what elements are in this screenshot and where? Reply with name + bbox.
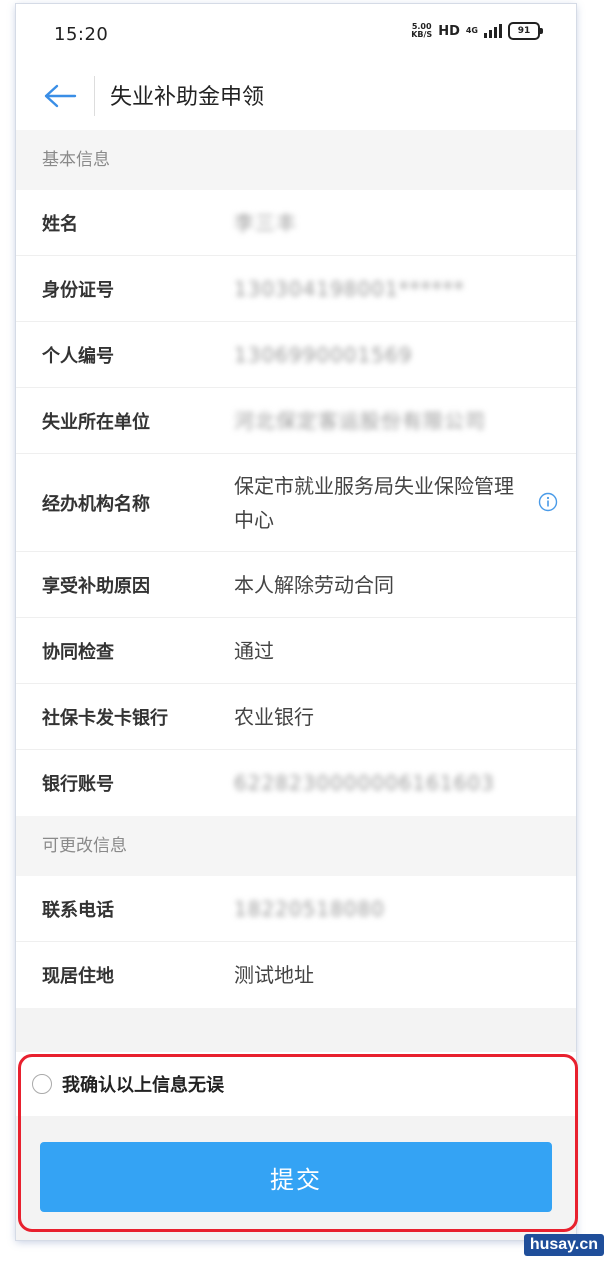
row-agency: 经办机构名称 保定市就业服务局失业保险管理中心 (16, 454, 576, 552)
row-address[interactable]: 现居住地 测试地址 (16, 942, 576, 1008)
row-label: 经办机构名称 (42, 493, 150, 515)
header-divider (94, 76, 95, 116)
basic-info-list: 姓名 李三丰 身份证号 130304198001****** 个人编号 1306… (16, 190, 576, 816)
row-label: 身份证号 (42, 279, 114, 301)
hd-label: HD (438, 23, 460, 39)
row-value-redacted: 1306990001569 (234, 342, 413, 367)
row-bank-account: 银行账号 6228230000006161603 (16, 750, 576, 816)
watermark: husay.cn (523, 1234, 604, 1256)
confirm-label: 我确认以上信息无误 (62, 1075, 224, 1096)
net-speed-indicator: 5.00 KB/S (411, 23, 432, 39)
row-id-number: 身份证号 130304198001****** (16, 256, 576, 322)
row-value: 测试地址 (234, 963, 314, 987)
row-label: 个人编号 (42, 345, 114, 367)
status-time: 15:20 (54, 24, 109, 45)
confirm-checkbox-row[interactable]: 我确认以上信息无误 (16, 1052, 576, 1116)
signal-icon (484, 24, 502, 38)
confirm-radio[interactable] (32, 1074, 52, 1094)
section-editable-info: 可更改信息 (16, 816, 576, 876)
row-label: 现居住地 (42, 966, 114, 987)
row-label: 失业所在单位 (42, 411, 150, 433)
row-subsidy-reason: 享受补助原因 本人解除劳动合同 (16, 552, 576, 618)
row-value-redacted: 李三丰 (234, 210, 297, 235)
row-value-redacted: 130304198001****** (234, 276, 465, 301)
row-value-redacted: 6228230000006161603 (234, 771, 495, 795)
back-button[interactable] (38, 74, 82, 118)
row-value-redacted: 河北保定客运股份有限公司 (234, 408, 486, 433)
row-name: 姓名 李三丰 (16, 190, 576, 256)
page-title: 失业补助金申领 (110, 85, 265, 110)
info-icon[interactable] (538, 492, 558, 512)
status-bar: 15:20 5.00 KB/S HD 4G 91 (16, 4, 576, 62)
row-label: 享受补助原因 (42, 575, 150, 597)
row-joint-check: 协同检查 通过 (16, 618, 576, 684)
row-label: 银行账号 (42, 774, 114, 795)
confirm-area: 我确认以上信息无误 提交 (16, 1044, 576, 1240)
row-value-redacted: 18220518080 (234, 896, 385, 921)
row-value: 农业银行 (234, 704, 314, 729)
row-value: 通过 (234, 638, 274, 663)
submit-button[interactable]: 提交 (40, 1142, 552, 1212)
net-speed-unit: KB/S (411, 30, 433, 39)
row-label: 社保卡发卡银行 (42, 707, 168, 729)
back-arrow-icon (44, 84, 77, 108)
phone-screen: 15:20 5.00 KB/S HD 4G 91 失业补助金申领 基本信息 姓名… (16, 4, 576, 1240)
row-personal-number: 个人编号 1306990001569 (16, 322, 576, 388)
battery-icon: 91 (508, 22, 543, 40)
row-card-bank: 社保卡发卡银行 农业银行 (16, 684, 576, 750)
row-value: 保定市就业服务局失业保险管理中心 (234, 473, 514, 532)
row-employer: 失业所在单位 河北保定客运股份有限公司 (16, 388, 576, 454)
row-label: 协同检查 (42, 641, 114, 663)
section-basic-info: 基本信息 (16, 130, 576, 190)
editable-info-list: 联系电话 18220518080 现居住地 测试地址 (16, 876, 576, 1008)
network-label: 4G (465, 26, 478, 35)
row-label: 联系电话 (42, 899, 114, 921)
status-indicators: 5.00 KB/S HD 4G 91 (411, 22, 543, 40)
row-value: 本人解除劳动合同 (234, 572, 394, 597)
app-header: 失业补助金申领 (16, 62, 576, 131)
row-label: 姓名 (42, 213, 78, 235)
row-phone[interactable]: 联系电话 18220518080 (16, 876, 576, 942)
